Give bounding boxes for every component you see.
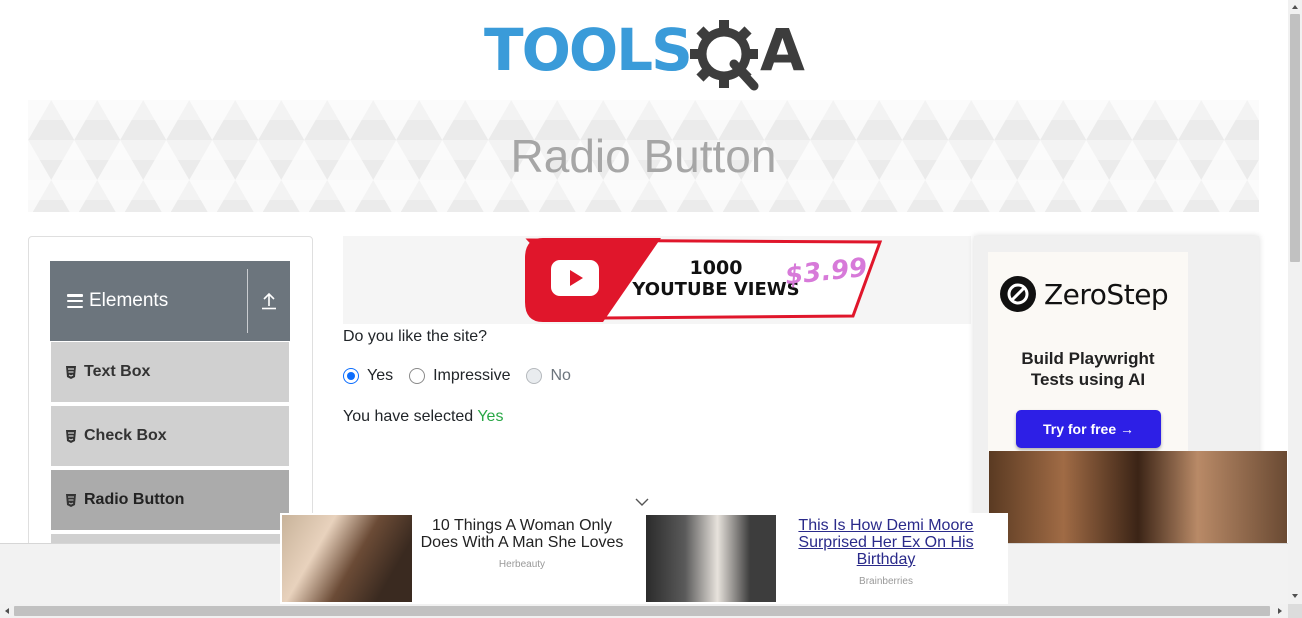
gear-magnifier-icon bbox=[690, 20, 759, 91]
zerostep-card: ZeroStep Build Playwright Tests using AI… bbox=[988, 252, 1188, 452]
html5-icon bbox=[66, 493, 76, 507]
sidebar-group-elements[interactable]: Elements bbox=[50, 261, 290, 341]
youtube-play-icon bbox=[551, 260, 599, 296]
html5-icon bbox=[66, 365, 76, 379]
youtube-views-ad[interactable]: 1000 YOUTUBE VIEWS $3.99 bbox=[343, 236, 971, 324]
sidebar: Elements Text Box Check Box Radio Button bbox=[28, 236, 313, 596]
sidebar-group-label: Elements bbox=[89, 290, 169, 311]
scroll-up-arrow-icon[interactable] bbox=[1291, 3, 1299, 11]
sidebar-item-label: Check Box bbox=[84, 427, 167, 444]
page-banner: Radio Button bbox=[28, 100, 1259, 212]
ad-line2: YOUTUBE VIEWS bbox=[631, 279, 799, 300]
radio-group: Yes Impressive No bbox=[343, 367, 587, 385]
ad-image-portrait[interactable] bbox=[646, 515, 776, 602]
page: TOOLS A Radio Button Elements Text Box C… bbox=[0, 0, 1302, 618]
photo-ad[interactable] bbox=[989, 451, 1287, 543]
zerostep-logo: ZeroStep bbox=[1000, 276, 1169, 312]
radio-impressive-input[interactable] bbox=[409, 368, 426, 384]
sidebar-item-radio-button[interactable]: Radio Button bbox=[51, 470, 289, 532]
logo-graphic: TOOLS A bbox=[484, 16, 805, 91]
youtube-ad-graphic: 1000 YOUTUBE VIEWS $3.99 bbox=[525, 238, 883, 322]
radio-yes[interactable]: Yes bbox=[343, 367, 393, 385]
radio-no-label: No bbox=[550, 367, 571, 384]
radio-yes-label[interactable]: Yes bbox=[367, 367, 393, 385]
logo-text-right: A bbox=[760, 16, 805, 84]
scroll-left-arrow-icon[interactable] bbox=[3, 607, 11, 615]
hamburger-icon bbox=[67, 294, 83, 308]
collapse-up-icon[interactable] bbox=[248, 261, 290, 341]
scrollbar-corner bbox=[1288, 604, 1302, 618]
ad-image-couple[interactable] bbox=[282, 515, 412, 602]
scroll-down-arrow-icon[interactable] bbox=[1291, 592, 1299, 600]
toolsqa-logo[interactable]: TOOLS A bbox=[484, 14, 808, 92]
page-title: Radio Button bbox=[510, 130, 777, 182]
radio-question: Do you like the site? bbox=[343, 328, 488, 345]
sidebar-item-text-box[interactable]: Text Box bbox=[51, 342, 289, 404]
vertical-scroll-thumb[interactable] bbox=[1290, 14, 1300, 262]
horizontal-scrollbar[interactable] bbox=[0, 604, 1288, 618]
sponsored-ads: 10 Things A Woman Only Does With A Man S… bbox=[280, 513, 1008, 605]
zerostep-logo-icon bbox=[1000, 276, 1036, 312]
selection-result: You have selected Yes bbox=[343, 408, 503, 426]
chevron-down-icon[interactable] bbox=[634, 497, 650, 507]
html5-icon bbox=[66, 429, 76, 443]
logo-text-left: TOOLS bbox=[484, 16, 691, 84]
ad-line1: 1000 bbox=[690, 257, 743, 279]
ad-headline-2[interactable]: This Is How Demi Moore Surprised Her Ex … bbox=[790, 517, 982, 568]
radio-no-input bbox=[526, 368, 543, 384]
radio-no: No bbox=[526, 367, 571, 385]
vertical-scrollbar[interactable] bbox=[1288, 0, 1302, 604]
sidebar-item-label: Text Box bbox=[84, 363, 151, 380]
radio-impressive[interactable]: Impressive bbox=[409, 367, 510, 385]
tagline-line1: Build Playwright bbox=[1021, 349, 1155, 368]
zerostep-brand: ZeroStep bbox=[1044, 277, 1169, 311]
zerostep-tagline: Build Playwright Tests using AI bbox=[988, 348, 1188, 390]
horizontal-scroll-thumb[interactable] bbox=[14, 606, 1270, 616]
sidebar-item-label: Radio Button bbox=[84, 491, 185, 508]
sidebar-item-check-box[interactable]: Check Box bbox=[51, 406, 289, 468]
radio-yes-input[interactable] bbox=[343, 368, 359, 384]
result-value: Yes bbox=[477, 408, 504, 425]
radio-impressive-label[interactable]: Impressive bbox=[433, 367, 510, 385]
result-prefix: You have selected bbox=[343, 408, 478, 425]
ad-source-1: Herbeauty bbox=[498, 559, 546, 570]
try-for-free-button[interactable]: Try for free → bbox=[1016, 410, 1161, 448]
tagline-line2: Tests using AI bbox=[1030, 370, 1146, 389]
ad-source-2: Brainberries bbox=[859, 576, 913, 587]
scroll-right-arrow-icon[interactable] bbox=[1276, 607, 1284, 615]
ad-headline-1[interactable]: 10 Things A Woman Only Does With A Man S… bbox=[418, 517, 626, 551]
